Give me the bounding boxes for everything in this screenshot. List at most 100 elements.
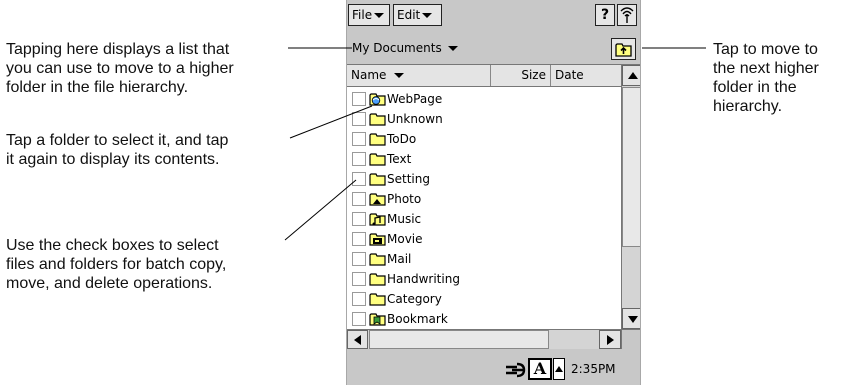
select-checkbox[interactable] [352, 132, 366, 146]
right-arrow-icon [607, 335, 614, 345]
callout-line: you can use to move to a higher [6, 60, 234, 77]
horizontal-scroll-thumb[interactable] [369, 330, 549, 349]
select-checkbox[interactable] [352, 192, 366, 206]
connection-icon[interactable] [504, 362, 526, 378]
file-list: Name Size Date WebPage Unknown ToDo Text Set… [347, 64, 640, 349]
input-selector-button[interactable] [553, 358, 565, 380]
list-item[interactable]: Setting [347, 169, 621, 189]
select-checkbox[interactable] [352, 212, 366, 226]
scrollbar-corner [621, 329, 640, 349]
device-screen: File Edit ? My Documents Name Size Date … [346, 0, 641, 385]
item-name: Movie [387, 232, 423, 246]
up-folder-icon [615, 43, 632, 57]
vertical-scroll-thumb[interactable] [622, 87, 640, 247]
callout-select-folder: Tap a folder to select it, and tap it ag… [6, 131, 228, 169]
down-arrow-icon [628, 316, 638, 323]
select-checkbox[interactable] [352, 252, 366, 266]
folder-icon [369, 113, 386, 126]
callout-line: it again to display its contents. [6, 151, 220, 168]
item-name: Mail [387, 252, 412, 266]
list-item[interactable]: Category [347, 289, 621, 309]
select-checkbox[interactable] [352, 172, 366, 186]
list-item[interactable]: ToDo [347, 129, 621, 149]
list-item[interactable]: Handwriting [347, 269, 621, 289]
scroll-up-button[interactable] [622, 65, 640, 86]
list-item[interactable]: WebPage [347, 89, 621, 109]
item-name: Music [387, 212, 422, 226]
callout-line: Use the check boxes to select [6, 237, 219, 254]
folder-icon [369, 153, 386, 166]
callout-up-button: Tap to move to the next higher folder in… [713, 40, 819, 116]
horizontal-scrollbar[interactable] [347, 329, 621, 349]
folder-icon [369, 133, 386, 146]
help-button[interactable]: ? [595, 4, 615, 26]
folder-icon [369, 293, 386, 306]
column-header: Name Size Date [347, 65, 621, 87]
callout-line: the next higher [713, 60, 819, 77]
current-folder-label: My Documents [352, 41, 442, 55]
select-checkbox[interactable] [352, 292, 366, 306]
folder-icon [369, 273, 386, 286]
file-menu-button[interactable]: File [348, 4, 390, 26]
item-name: Setting [387, 172, 430, 186]
menu-bar: File Edit ? [347, 0, 640, 29]
scroll-down-button[interactable] [622, 308, 640, 329]
webpage-folder-icon [369, 93, 386, 106]
clock: 2:35PM [571, 362, 616, 376]
folder-icon [369, 173, 386, 186]
vertical-scrollbar[interactable] [621, 65, 640, 329]
sort-down-icon [394, 73, 405, 78]
up-arrow-icon [555, 366, 563, 372]
list-item[interactable]: Bookmark [347, 309, 621, 329]
callout-line: move, and delete operations. [6, 275, 213, 292]
callout-line: folder in the [713, 79, 797, 96]
item-name: Category [387, 292, 442, 306]
select-checkbox[interactable] [352, 312, 366, 326]
edit-menu-button[interactable]: Edit [393, 4, 442, 26]
select-checkbox[interactable] [352, 272, 366, 286]
list-item[interactable]: Mail [347, 249, 621, 269]
list-item[interactable]: Unknown [347, 109, 621, 129]
column-date[interactable]: Date [551, 65, 621, 86]
list-item[interactable]: Text [347, 149, 621, 169]
callout-line: files and folders for batch copy, [6, 256, 227, 273]
path-bar: My Documents [347, 36, 640, 60]
file-menu-label: File [352, 8, 373, 22]
callout-path-list: Tapping here displays a list that you ca… [6, 40, 234, 97]
up-folder-button[interactable] [611, 38, 636, 60]
edit-menu-label: Edit [397, 8, 421, 22]
list-item[interactable]: Music [347, 209, 621, 229]
signal-icon[interactable] [617, 4, 637, 26]
select-checkbox[interactable] [352, 112, 366, 126]
callout-line: Tap to move to [713, 41, 818, 58]
item-name: ToDo [387, 132, 417, 146]
chevron-down-icon [447, 46, 458, 51]
callout-line: Tap a folder to select it, and tap [6, 132, 229, 149]
callout-line: hierarchy. [713, 98, 783, 115]
callout-line: folder in the file hierarchy. [6, 79, 189, 96]
folder-icon [369, 253, 386, 266]
chevron-down-icon [422, 13, 433, 18]
file-rows: WebPage Unknown ToDo Text Setting Photo Music M… [347, 89, 621, 329]
music-folder-icon [369, 213, 386, 226]
scroll-right-button[interactable] [599, 330, 621, 349]
item-name: Bookmark [387, 312, 448, 326]
bookmark-folder-icon [369, 313, 386, 326]
up-arrow-icon [628, 72, 638, 79]
list-item[interactable]: Movie [347, 229, 621, 249]
input-panel-button[interactable]: A [528, 358, 552, 380]
status-bar: A 2:35PM [347, 353, 640, 385]
select-checkbox[interactable] [352, 232, 366, 246]
item-name: Unknown [387, 112, 443, 126]
select-checkbox[interactable] [352, 152, 366, 166]
list-item[interactable]: Photo [347, 189, 621, 209]
callout-line: Tapping here displays a list that [6, 41, 230, 58]
movie-folder-icon [369, 233, 386, 246]
item-name: Photo [387, 192, 422, 206]
select-checkbox[interactable] [352, 92, 366, 106]
folder-path-dropdown[interactable]: My Documents [352, 39, 458, 57]
column-size[interactable]: Size [491, 65, 551, 86]
left-arrow-icon [354, 335, 361, 345]
column-name[interactable]: Name [347, 65, 491, 86]
scroll-left-button[interactable] [347, 330, 368, 349]
